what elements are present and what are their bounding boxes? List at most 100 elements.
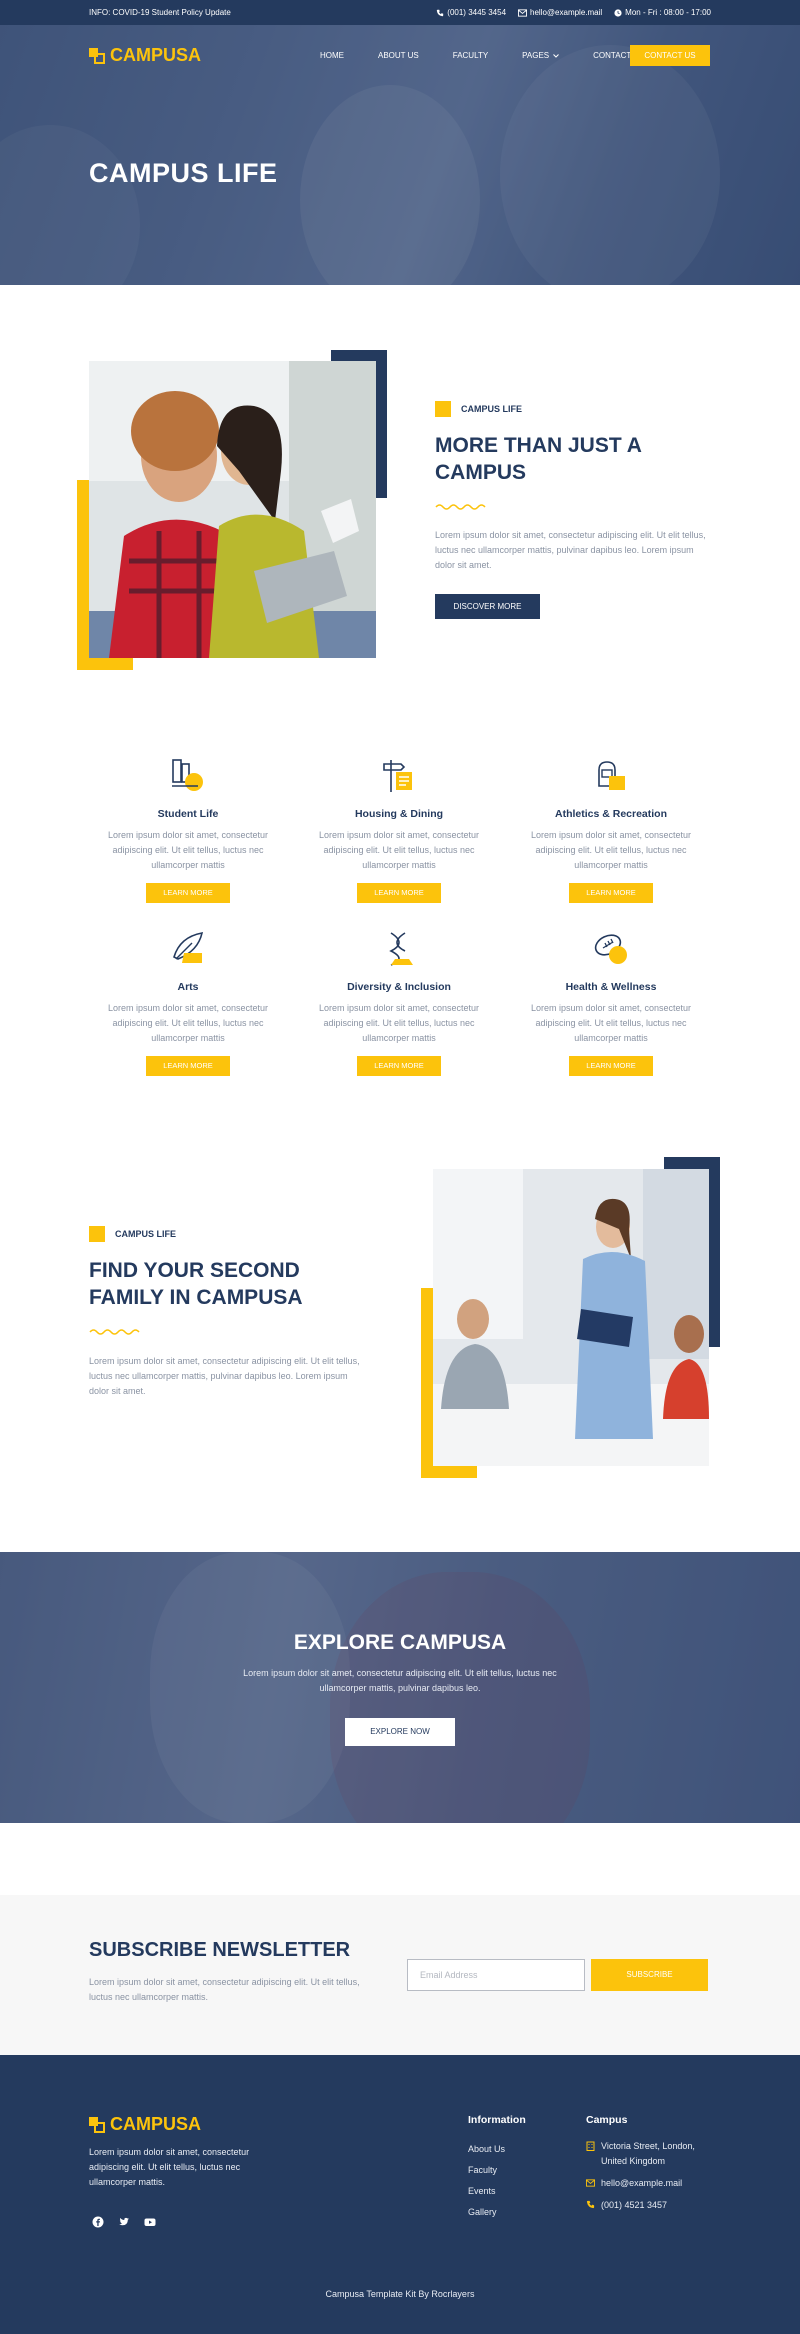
dna-icon (379, 929, 419, 969)
about-eyebrow-label: CAMPUS LIFE (461, 404, 523, 414)
family-eyebrow-label: CAMPUS LIFE (115, 1229, 177, 1239)
feature-title: Diversity & Inclusion (347, 981, 451, 993)
housing-icon (379, 756, 419, 796)
top-contacts: (001) 3445 3454 hello@example.mail Mon -… (436, 8, 711, 17)
family-eyebrow: CAMPUS LIFE (89, 1226, 176, 1242)
footer-link-events[interactable]: Events (468, 2181, 505, 2202)
feature-text: Lorem ipsum dolor sit amet, consectetur … (107, 1003, 269, 1043)
eyebrow-square-icon (89, 1226, 105, 1242)
logo-mark-icon (89, 47, 105, 64)
family-title-line1: FIND YOUR SECOND (89, 1259, 300, 1282)
student-life-icon (168, 756, 208, 796)
about-title-line1: MORE THAN JUST A (435, 434, 642, 457)
information-links: About Us Faculty Events Gallery (468, 2139, 505, 2223)
phone-icon (586, 2200, 595, 2209)
logo-text: CAMPUSA (110, 45, 202, 65)
feature-card: Diversity & Inclusion Lorem ipsum dolor … (299, 929, 499, 1076)
envelope-icon (518, 8, 528, 17)
nav-home[interactable]: HOME (320, 51, 344, 60)
campus-email-text: hello@example.mail (601, 2178, 683, 2188)
family-text: Lorem ipsum dolor sit amet, consectetur … (89, 1356, 360, 1396)
feature-card: Arts Lorem ipsum dolor sit amet, consect… (88, 929, 288, 1076)
feature-title: Health & Wellness (565, 981, 657, 993)
topbar-phone[interactable]: (001) 3445 3454 (436, 8, 506, 17)
about-eyebrow: CAMPUS LIFE (435, 401, 522, 417)
phone-icon (437, 9, 444, 16)
feature-text: Lorem ipsum dolor sit amet, consectetur … (318, 1003, 480, 1043)
football-icon (591, 929, 631, 969)
contact-us-button[interactable]: CONTACT US (630, 45, 710, 66)
learn-more-button[interactable]: LEARN MORE (146, 883, 230, 903)
about-text: Lorem ipsum dolor sit amet, consectetur … (435, 530, 706, 570)
feature-title: Athletics & Recreation (554, 808, 668, 820)
campus-phone-text: (001) 4521 3457 (601, 2200, 668, 2210)
feature-title: Arts (177, 981, 199, 993)
footer-link-faculty[interactable]: Faculty (468, 2160, 505, 2181)
feature-card: Student Life Lorem ipsum dolor sit amet,… (88, 756, 288, 903)
learn-more-button[interactable]: LEARN MORE (357, 1056, 441, 1076)
wavy-divider-icon (435, 504, 486, 510)
nav-pages-label: PAGES (522, 51, 550, 60)
learn-more-button[interactable]: LEARN MORE (569, 883, 653, 903)
information-heading: Information (468, 2114, 526, 2126)
about-title: MORE THAN JUST A CAMPUS (435, 432, 642, 486)
site-footer: CAMPUSA Lorem ipsum dolor sit amet, cons… (0, 2055, 800, 2334)
email-input[interactable]: Email Address (407, 1959, 585, 1991)
hero-banner: CAMPUSA HOME ABOUT US FACULTY PAGES CONT… (0, 25, 800, 285)
learn-more-button[interactable]: LEARN MORE (146, 1056, 230, 1076)
campus-phone[interactable]: (001) 4521 3457 (586, 2198, 713, 2213)
youtube-icon[interactable] (144, 2215, 156, 2227)
footer-logo[interactable]: CAMPUSA (89, 2114, 201, 2135)
classroom-photo (433, 1169, 709, 1466)
nav-faculty[interactable]: FACULTY (453, 51, 488, 60)
social-links (92, 2215, 156, 2228)
facebook-icon[interactable] (92, 2215, 104, 2228)
building-icon (586, 2141, 595, 2151)
explore-banner: EXPLORE CAMPUSA Lorem ipsum dolor sit am… (0, 1552, 800, 1823)
eyebrow-square-icon (435, 401, 451, 417)
feature-text: Lorem ipsum dolor sit amet, consectetur … (530, 1003, 692, 1043)
nav-pages[interactable]: PAGES (522, 51, 560, 60)
newsletter-text: Lorem ipsum dolor sit amet, consectetur … (89, 1977, 360, 2002)
subscribe-button[interactable]: SUBSCRIBE (591, 1959, 708, 1991)
clock-icon (614, 8, 622, 17)
policy-update-link[interactable]: INFO: COVID-19 Student Policy Update (89, 8, 231, 17)
footer-link-gallery[interactable]: Gallery (468, 2202, 505, 2223)
discover-more-button[interactable]: DISCOVER MORE (435, 594, 540, 619)
topbar-email[interactable]: hello@example.mail (518, 8, 602, 17)
campus-address-text: Victoria Street, London, United Kingdom (601, 2141, 695, 2166)
feature-text: Lorem ipsum dolor sit amet, consectetur … (318, 830, 480, 870)
learn-more-button[interactable]: LEARN MORE (569, 1056, 653, 1076)
footer-link-about[interactable]: About Us (468, 2139, 505, 2160)
students-photo (89, 361, 376, 658)
about-title-line2: CAMPUS (435, 461, 527, 484)
feature-card: Housing & Dining Lorem ipsum dolor sit a… (299, 756, 499, 903)
feature-title: Student Life (157, 808, 219, 820)
campus-heading: Campus (586, 2114, 628, 2126)
explore-now-button[interactable]: EXPLORE NOW (345, 1718, 455, 1746)
top-bar: INFO: COVID-19 Student Policy Update (00… (0, 0, 800, 25)
envelope-icon (586, 2179, 595, 2187)
logo-mark-icon (89, 2116, 105, 2133)
learn-more-button[interactable]: LEARN MORE (357, 883, 441, 903)
campus-email[interactable]: hello@example.mail (586, 2176, 713, 2191)
newsletter-title: SUBSCRIBE NEWSLETTER (89, 1939, 351, 1961)
campus-contact: Victoria Street, London, United Kingdom … (586, 2139, 713, 2220)
footer-description: Lorem ipsum dolor sit amet, consectetur … (89, 2147, 250, 2187)
site-logo[interactable]: CAMPUSA (89, 45, 201, 66)
wavy-divider-icon (89, 1329, 140, 1335)
feature-card: Athletics & Recreation Lorem ipsum dolor… (511, 756, 711, 903)
topbar-hours: Mon - Fri : 08:00 - 17:00 (614, 8, 711, 17)
footer-logo-text: CAMPUSA (110, 2114, 202, 2134)
athletics-icon (591, 756, 631, 796)
feature-text: Lorem ipsum dolor sit amet, consectetur … (107, 830, 269, 870)
newsletter-section: SUBSCRIBE NEWSLETTER Lorem ipsum dolor s… (0, 1895, 800, 2055)
footer-credit: Campusa Template Kit By Rocrlayers (325, 2289, 475, 2299)
chevron-down-icon (553, 53, 560, 58)
feature-title: Housing & Dining (354, 808, 444, 820)
campus-address: Victoria Street, London, United Kingdom (586, 2139, 713, 2169)
explore-text: Lorem ipsum dolor sit amet, consectetur … (243, 1668, 557, 1693)
nav-about[interactable]: ABOUT US (378, 51, 419, 60)
feature-card: Health & Wellness Lorem ipsum dolor sit … (511, 929, 711, 1076)
twitter-icon[interactable] (118, 2215, 130, 2227)
